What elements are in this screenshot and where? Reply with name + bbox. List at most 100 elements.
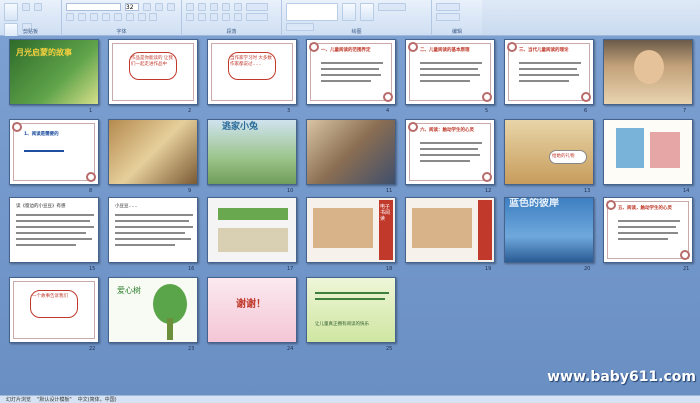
slide-number: 4 bbox=[386, 108, 390, 114]
slide-thumbnail[interactable]: 谢谢！ bbox=[207, 277, 297, 343]
case-button[interactable] bbox=[137, 13, 146, 21]
slide-thumbnail[interactable]: 一个故事告诉我们 bbox=[9, 277, 99, 343]
slide-thumbnail[interactable]: 爱心树 bbox=[108, 277, 198, 343]
group-label-clipboard: 剪贴板 bbox=[22, 29, 38, 35]
font-color-button[interactable] bbox=[149, 13, 158, 21]
clipboard-group: 剪贴板 bbox=[0, 0, 62, 41]
slide-number: 24 bbox=[287, 346, 294, 352]
slide-thumbnail[interactable]: 给她的礼物 bbox=[504, 119, 594, 185]
slide-number: 25 bbox=[386, 346, 393, 352]
paste-button[interactable] bbox=[4, 3, 18, 21]
slide-thumbnail[interactable]: 逃家小兔 bbox=[207, 119, 297, 185]
slide-thumbnail[interactable]: 电子书阅读 bbox=[306, 197, 396, 263]
shape-fill-button[interactable] bbox=[377, 3, 406, 11]
watermark-text: www.baby611.com bbox=[547, 369, 696, 385]
slide-heading: 一、儿童阅读的范围界定 bbox=[321, 48, 371, 53]
copy-icon[interactable] bbox=[33, 3, 42, 11]
slide-thumbnail[interactable]: 小豆豆…… bbox=[108, 197, 198, 263]
slide-heading: 1、阅读是需要的 bbox=[24, 132, 59, 137]
slide-number: 23 bbox=[188, 346, 195, 352]
justify-button[interactable] bbox=[221, 13, 230, 21]
slide-thumbnail[interactable]: 六、阅读：触动学生的心灵 bbox=[405, 119, 495, 185]
shrink-font-icon[interactable] bbox=[154, 3, 163, 11]
find-button[interactable] bbox=[436, 3, 460, 11]
cut-icon[interactable] bbox=[21, 3, 30, 11]
arrange-button[interactable] bbox=[341, 3, 356, 21]
underline-button[interactable] bbox=[89, 13, 98, 21]
slide-thumbnail[interactable]: 当作家学习时 大多数作家都说过…… bbox=[207, 39, 297, 105]
font-size-combo[interactable]: 32 bbox=[124, 3, 139, 11]
slide-thumbnail[interactable]: 三、当代儿童阅读的理论 bbox=[504, 39, 594, 105]
slide-thumbnail[interactable] bbox=[603, 39, 693, 105]
slide-number: 11 bbox=[386, 188, 393, 194]
status-view: 幻灯片浏览 bbox=[6, 397, 32, 403]
slide-number: 22 bbox=[89, 346, 96, 352]
line-spacing-button[interactable] bbox=[233, 3, 242, 11]
indent-increase-button[interactable] bbox=[221, 3, 230, 11]
slide-text: 作品是你能读的 让我们一起走进作品中 bbox=[131, 56, 173, 67]
slide-number: 14 bbox=[683, 188, 690, 194]
bullets-button[interactable] bbox=[186, 3, 194, 11]
slide-thumbnail[interactable]: 一、儿童阅读的范围界定 bbox=[306, 39, 396, 105]
slide-text: 让儿童真正拥有阅读的快乐 bbox=[315, 322, 369, 327]
group-label-editing: 编辑 bbox=[451, 29, 462, 35]
shadow-button[interactable] bbox=[113, 13, 122, 21]
slide-thumbnail[interactable] bbox=[207, 197, 297, 263]
slide-number: 15 bbox=[89, 266, 96, 272]
slide-thumbnail[interactable]: 蓝色的彼岸 bbox=[504, 197, 594, 263]
slide-heading: 五、阅读，触动学生的心灵 bbox=[618, 206, 672, 211]
quick-styles-button[interactable] bbox=[359, 3, 374, 21]
font-family-combo[interactable] bbox=[66, 3, 121, 11]
slide-title: 月光启蒙的故事 bbox=[16, 48, 72, 57]
strikethrough-button[interactable] bbox=[101, 13, 110, 21]
replace-button[interactable] bbox=[436, 13, 460, 21]
align-right-button[interactable] bbox=[209, 13, 218, 21]
slide-number: 7 bbox=[683, 108, 687, 114]
smartart-button[interactable] bbox=[245, 13, 268, 21]
italic-button[interactable] bbox=[77, 13, 86, 21]
slide-thumbnail[interactable]: 让儿童真正拥有阅读的快乐 bbox=[306, 277, 396, 343]
slide-title: 谢谢！ bbox=[236, 299, 266, 310]
align-left-button[interactable] bbox=[186, 13, 194, 21]
text-direction-button[interactable] bbox=[245, 3, 268, 11]
slide-number: 6 bbox=[584, 108, 588, 114]
status-language: 中文(简体，中国) bbox=[77, 397, 117, 403]
slide-banner-text: 电子书阅读 bbox=[380, 204, 391, 222]
slide-sorter: 月光启蒙的故事 1 作品是你能读的 让我们一起走进作品中 2 当作家学习时 大多数作家都… bbox=[0, 36, 700, 395]
align-center-button[interactable] bbox=[197, 13, 206, 21]
slide-thumbnail[interactable] bbox=[306, 119, 396, 185]
slide-title: 逃家小兔 bbox=[222, 122, 259, 132]
slide-text: 一个故事告诉我们 bbox=[32, 294, 68, 299]
spacing-button[interactable] bbox=[125, 13, 134, 21]
slide-heading: 二、儿童阅读的基本原理 bbox=[420, 48, 470, 53]
slide-number: 5 bbox=[485, 108, 489, 114]
slide-thumbnail[interactable]: 月光启蒙的故事 bbox=[9, 39, 99, 105]
columns-button[interactable] bbox=[233, 13, 242, 21]
slide-thumbnail[interactable]: 1、阅读是需要的 bbox=[9, 119, 99, 185]
slide-number: 21 bbox=[683, 266, 690, 272]
group-label-paragraph: 段落 bbox=[226, 29, 237, 35]
status-bar: 幻灯片浏览 "默认设计模板" 中文(简体，中国) bbox=[0, 395, 700, 403]
slide-thumbnail[interactable]: 五、阅读，触动学生的心灵 bbox=[603, 197, 693, 263]
slide-caption: 给她的礼物 bbox=[552, 154, 575, 159]
slide-thumbnail[interactable]: 读《窗边的小豆豆》有感 bbox=[9, 197, 99, 263]
drawing-group: 绘图 bbox=[282, 0, 432, 36]
slide-thumbnail[interactable]: 二、儿童阅读的基本原理 bbox=[405, 39, 495, 105]
slide-heading: 小豆豆…… bbox=[115, 204, 138, 209]
grow-font-icon[interactable] bbox=[142, 3, 151, 11]
bold-button[interactable] bbox=[66, 13, 74, 21]
numbering-button[interactable] bbox=[197, 3, 206, 11]
indent-decrease-button[interactable] bbox=[209, 3, 218, 11]
slide-title: 爱心树 bbox=[117, 286, 141, 295]
shapes-gallery[interactable] bbox=[286, 3, 338, 21]
slide-number: 12 bbox=[485, 188, 492, 194]
slide-heading: 读《窗边的小豆豆》有感 bbox=[16, 204, 66, 209]
slide-thumbnail[interactable] bbox=[603, 119, 693, 185]
slide-thumbnail[interactable] bbox=[108, 119, 198, 185]
slide-thumbnail[interactable] bbox=[405, 197, 495, 263]
clear-format-icon[interactable] bbox=[166, 3, 175, 11]
slide-title: 蓝色的彼岸 bbox=[509, 198, 559, 209]
slide-thumbnail[interactable]: 作品是你能读的 让我们一起走进作品中 bbox=[108, 39, 198, 105]
slide-number: 2 bbox=[188, 108, 192, 114]
slide-number: 18 bbox=[386, 266, 393, 272]
